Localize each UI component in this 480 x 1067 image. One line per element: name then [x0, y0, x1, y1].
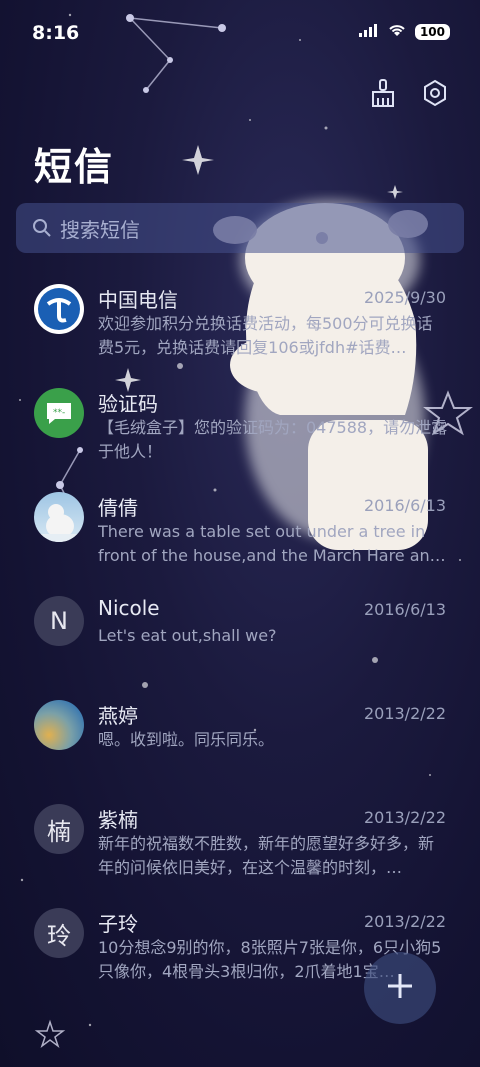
conversation-item-qianqian[interactable]: 倩倩 2016/6/13 There was a table set out u…	[0, 476, 480, 580]
conversation-item-yanting[interactable]: 燕婷 2013/2/22 嗯。收到啦。同乐同乐。	[0, 684, 480, 788]
conversation-preview: 【毛绒盒子】您的验证码为：047588，请勿泄露于他人！	[98, 418, 448, 461]
page-title: 短信	[34, 145, 115, 189]
message-icon: **-	[34, 388, 84, 438]
avatar-initial: 楠	[34, 804, 84, 854]
avatar-initial: 玲	[34, 908, 84, 958]
conversation-date: 2013/2/22	[363, 704, 446, 723]
conversation-date: 2016/6/13	[363, 496, 446, 515]
conversation-item-nicole[interactable]: N Nicole 2016/6/13 Let's eat out,shall w…	[0, 580, 480, 684]
conversation-date: 2013/2/22	[363, 808, 446, 827]
colorful-photo	[34, 700, 84, 750]
conversation-item-zinan[interactable]: 楠 紫楠 2013/2/22 新年的祝福数不胜数，新年的愿望好多好多，新年的问候…	[0, 788, 480, 892]
conversation-name: 中国电信	[98, 288, 178, 312]
header-actions	[366, 76, 452, 110]
search-input[interactable]: 搜索短信	[16, 203, 464, 253]
conversation-item-china-telecom[interactable]: 中国电信 2025/9/30 欢迎参加积分兑换话费活动，每500分可兑换话费5元…	[0, 268, 480, 372]
conversation-name: 燕婷	[98, 704, 138, 728]
settings-icon[interactable]	[418, 76, 452, 110]
svg-text:**-: **-	[53, 408, 65, 418]
wifi-icon	[387, 22, 407, 41]
polar-bear-photo	[34, 492, 84, 542]
signal-icon	[358, 22, 379, 41]
avatar-initial: N	[34, 596, 84, 646]
conversation-name: 验证码	[98, 392, 158, 416]
status-icons: 100	[358, 22, 450, 41]
conversation-item-verification[interactable]: **- 验证码 【毛绒盒子】您的验证码为：047588，请勿泄露于他人！	[0, 372, 480, 476]
conversation-date: 2025/9/30	[363, 288, 446, 307]
conversation-name: 子玲	[98, 912, 138, 936]
conversation-date: 2016/6/13	[363, 600, 446, 619]
conversation-preview: Let's eat out,shall we?	[98, 626, 277, 645]
status-bar: 8:16 100	[0, 0, 480, 68]
plus-icon	[385, 971, 415, 1005]
status-time: 8:16	[32, 22, 80, 44]
conversation-name: 紫楠	[98, 808, 138, 832]
battery-indicator: 100	[414, 23, 450, 40]
conversation-preview: 欢迎参加积分兑换话费活动，每500分可兑换话费5元，兑换话费请回复106或jfd…	[98, 314, 433, 357]
conversation-name: Nicole	[98, 596, 160, 620]
broom-icon[interactable]	[366, 76, 400, 110]
search-icon	[32, 218, 52, 238]
conversation-preview: There was a table set out under a tree i…	[98, 522, 446, 565]
search-placeholder: 搜索短信	[60, 217, 140, 242]
china-telecom-logo	[34, 284, 84, 334]
conversation-preview: 新年的祝福数不胜数，新年的愿望好多好多，新年的问候依旧美好，在这个温馨的时刻，…	[98, 834, 435, 877]
compose-button[interactable]	[364, 952, 436, 1024]
conversation-name: 倩倩	[98, 496, 138, 520]
conversation-date: 2013/2/22	[363, 912, 446, 931]
conversation-preview: 嗯。收到啦。同乐同乐。	[98, 730, 275, 749]
conversation-list: 中国电信 2025/9/30 欢迎参加积分兑换话费活动，每500分可兑换话费5元…	[0, 268, 480, 996]
